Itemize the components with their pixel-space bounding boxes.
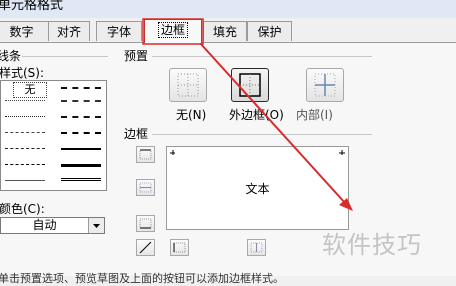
line-style-thick[interactable] — [61, 164, 101, 167]
border-top-button[interactable] — [136, 146, 155, 163]
line-style-medium-dash-dot-dot[interactable] — [61, 87, 101, 89]
line-style-dotted[interactable] — [5, 116, 45, 117]
footer-hint: 单击预置选项、预览草图及上面的按钮可以添加边框样式。 — [0, 272, 284, 285]
line-color-value: 自动 — [32, 218, 57, 232]
line-style-none[interactable]: 无 — [13, 82, 47, 98]
line-group-divider — [22, 56, 108, 57]
border-middle-icon — [139, 182, 152, 193]
line-style-double[interactable] — [61, 178, 101, 181]
tab-border[interactable]: 边框 — [144, 19, 202, 43]
preset-inside-icon — [314, 73, 336, 97]
preset-group-title: 预置 — [124, 49, 149, 63]
preset-inside-button[interactable] — [306, 68, 344, 102]
preset-none-button[interactable] — [169, 68, 207, 102]
line-style-hairline[interactable] — [5, 100, 45, 101]
border-group-title: 边框 — [124, 127, 149, 141]
preview-text: 文本 — [245, 182, 270, 196]
window-titlebar: 单元格格式 — [0, 0, 456, 18]
tab-number-label: 数字 — [9, 25, 34, 39]
tab-font-label: 字体 — [106, 25, 131, 39]
border-center-button[interactable] — [247, 239, 266, 256]
tab-protection[interactable]: 保护 — [247, 21, 292, 41]
border-bottom-button[interactable] — [136, 215, 155, 232]
tab-alignment-label: 对齐 — [56, 25, 81, 39]
border-left-icon — [173, 242, 186, 253]
preset-outline-label: 外边框(O) — [229, 108, 284, 122]
line-style-dash-dot[interactable] — [5, 148, 45, 149]
preset-outline-button[interactable] — [231, 68, 269, 102]
tab-fill[interactable]: 填充 — [203, 21, 247, 41]
border-group-divider — [152, 134, 372, 135]
tab-fill-label: 填充 — [212, 25, 237, 39]
border-middle-button[interactable] — [136, 179, 155, 196]
line-style-dashed[interactable] — [5, 164, 45, 165]
tab-border-label: 边框 — [157, 22, 188, 38]
line-style-medium-dashed[interactable] — [61, 132, 101, 134]
line-style-list[interactable]: 无 — [0, 80, 107, 191]
preset-group-divider — [152, 56, 372, 57]
line-style-medium-dash-dot[interactable] — [61, 116, 101, 118]
line-group-title: 线条 — [0, 49, 22, 63]
watermark-text: 软件技巧 — [322, 231, 422, 259]
line-style-medium[interactable] — [61, 148, 101, 150]
tab-protection-label: 保护 — [257, 25, 282, 39]
border-left-button[interactable] — [170, 239, 189, 256]
preset-none-label: 无(N) — [176, 108, 207, 122]
line-color-select[interactable]: 自动 — [0, 217, 105, 234]
line-style-slant-dash-dot[interactable] — [61, 100, 101, 102]
preset-outline-icon — [239, 73, 261, 97]
tab-alignment[interactable]: 对齐 — [48, 21, 90, 41]
tab-number[interactable]: 数字 — [0, 21, 49, 41]
preset-inside-label: 内部(I) — [296, 108, 333, 122]
chevron-down-icon[interactable] — [88, 218, 104, 233]
tab-font[interactable]: 字体 — [96, 21, 142, 41]
window-title: 单元格格式 — [0, 0, 64, 13]
border-preview[interactable]: 文本 — [166, 146, 349, 230]
preset-none-icon — [177, 73, 199, 97]
line-style-dash-dot-dot[interactable] — [5, 132, 45, 133]
diagonal-up-icon — [139, 241, 152, 254]
border-diagonal-up-button[interactable] — [136, 239, 155, 256]
border-bottom-icon — [139, 218, 152, 229]
border-center-icon — [250, 242, 263, 253]
line-color-label: 颜色(C): — [0, 202, 45, 216]
border-top-icon — [139, 149, 152, 160]
line-style-thin[interactable] — [5, 180, 45, 181]
line-style-label: 样式(S): — [0, 66, 45, 80]
